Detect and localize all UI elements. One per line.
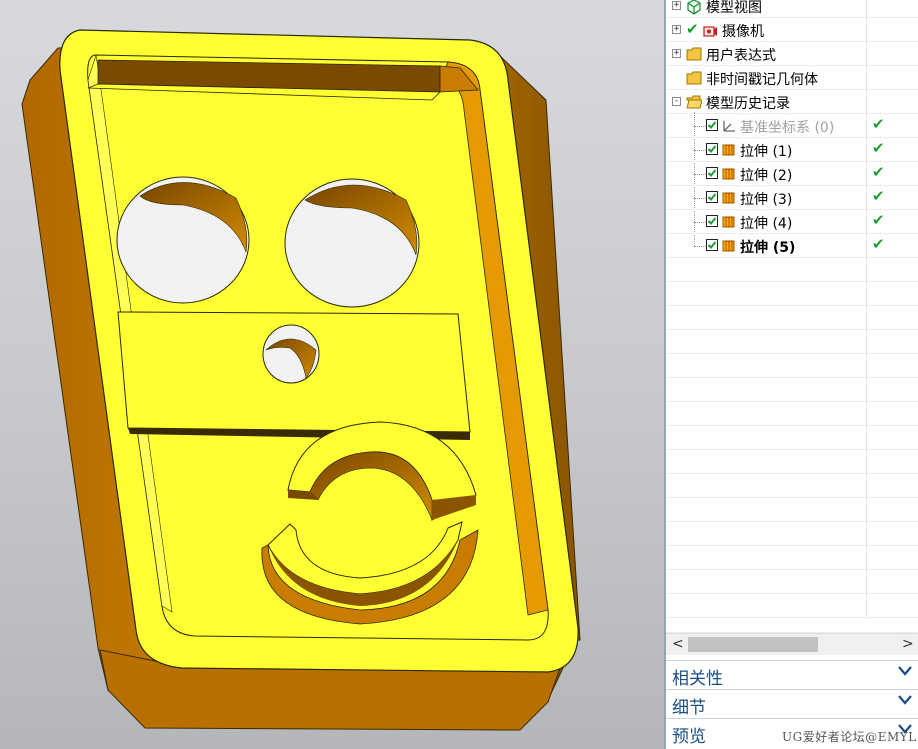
empty-row xyxy=(666,546,918,570)
folder-icon xyxy=(686,71,702,85)
navigator-tree: + 模型视图 + ✔ 摄像机 + 用户表达式 非时间戳记几何体 - 模型历史记录… xyxy=(666,0,918,633)
expand-icon[interactable]: + xyxy=(672,25,681,34)
extrude-icon xyxy=(722,240,735,252)
tree-label: 模型历史记录 xyxy=(706,96,790,112)
panel-title: 相关性 xyxy=(672,669,723,689)
empty-row xyxy=(666,450,918,474)
panel-title: 预览 xyxy=(672,727,706,747)
part-model-svg[interactable] xyxy=(0,0,664,749)
tree-label: 拉伸 (3) xyxy=(740,192,793,208)
extrude-icon xyxy=(722,168,735,180)
extrude-icon xyxy=(722,144,735,156)
watermark: UG爱好者论坛@EMYL xyxy=(782,730,917,744)
status-check-icon: ✔ xyxy=(872,187,885,205)
empty-row xyxy=(666,378,918,402)
folder-icon xyxy=(686,47,702,61)
status-check-icon: ✔ xyxy=(872,115,885,133)
tree-label: 基准坐标系 (0) xyxy=(740,120,835,136)
horizontal-scrollbar[interactable]: < > xyxy=(666,633,918,655)
panel-dependencies[interactable]: 相关性 xyxy=(666,660,918,689)
empty-row xyxy=(666,570,918,594)
empty-row xyxy=(666,594,918,618)
visibility-checkbox[interactable] xyxy=(706,167,718,179)
tree-row-model-views[interactable]: + 模型视图 xyxy=(666,0,918,18)
tree-row-extrude-3[interactable]: 拉伸 (3) ✔ xyxy=(666,186,918,210)
visibility-checkbox[interactable] xyxy=(706,143,718,155)
expand-icon[interactable]: + xyxy=(672,1,681,10)
graphics-viewport[interactable] xyxy=(0,0,664,749)
tree-row-extrude-2[interactable]: 拉伸 (2) ✔ xyxy=(666,162,918,186)
panel-title: 细节 xyxy=(672,698,706,718)
empty-row xyxy=(666,402,918,426)
check-icon: ✔ xyxy=(686,20,699,38)
visibility-checkbox[interactable] xyxy=(706,215,718,227)
empty-row xyxy=(666,258,918,282)
tree-label: 摄像机 xyxy=(722,24,764,40)
tree-row-extrude-5[interactable]: 拉伸 (5) ✔ xyxy=(666,234,918,258)
tree-row-extrude-1[interactable]: 拉伸 (1) ✔ xyxy=(666,138,918,162)
tree-row-model-history[interactable]: - 模型历史记录 xyxy=(666,90,918,114)
tree-row-extrude-4[interactable]: 拉伸 (4) ✔ xyxy=(666,210,918,234)
chevron-down-icon[interactable] xyxy=(898,665,912,677)
tree-label: 模型视图 xyxy=(706,0,762,16)
chevron-down-icon[interactable] xyxy=(898,694,912,706)
tree-label: 拉伸 (2) xyxy=(740,168,793,184)
tree-row-non-timestamp-geometry[interactable]: 非时间戳记几何体 xyxy=(666,66,918,90)
visibility-checkbox[interactable] xyxy=(706,119,718,131)
tree-label: 非时间戳记几何体 xyxy=(706,72,818,88)
status-check-icon: ✔ xyxy=(872,235,885,253)
tree-label: 拉伸 (5) xyxy=(740,240,796,256)
status-check-icon: ✔ xyxy=(872,139,885,157)
tree-row-user-expressions[interactable]: + 用户表达式 xyxy=(666,42,918,66)
folder-open-icon xyxy=(686,95,702,109)
scroll-left-arrow-icon[interactable]: < xyxy=(672,636,684,652)
empty-row xyxy=(666,498,918,522)
empty-row xyxy=(666,618,918,633)
datum-csys-icon xyxy=(723,121,735,132)
empty-row xyxy=(666,330,918,354)
collapse-icon[interactable]: - xyxy=(672,97,681,106)
scroll-thumb[interactable] xyxy=(688,637,818,652)
visibility-checkbox[interactable] xyxy=(706,239,718,251)
tree-label: 拉伸 (4) xyxy=(740,216,793,232)
extrude-icon xyxy=(722,216,735,228)
tree-row-camera[interactable]: + ✔ 摄像机 xyxy=(666,18,918,42)
tree-row-datum-csys[interactable]: 基准坐标系 (0) ✔ xyxy=(666,114,918,138)
empty-row xyxy=(666,426,918,450)
empty-row xyxy=(666,474,918,498)
tree-label: 用户表达式 xyxy=(706,48,776,64)
status-check-icon: ✔ xyxy=(872,211,885,229)
panel-details[interactable]: 细节 xyxy=(666,689,918,718)
camera-icon xyxy=(703,26,717,37)
empty-row xyxy=(666,522,918,546)
status-check-icon: ✔ xyxy=(872,163,885,181)
model-views-icon xyxy=(687,0,701,15)
part-navigator: + 模型视图 + ✔ 摄像机 + 用户表达式 非时间戳记几何体 - 模型历史记录… xyxy=(666,0,918,749)
tree-label: 拉伸 (1) xyxy=(740,144,793,160)
empty-row xyxy=(666,354,918,378)
scroll-right-arrow-icon[interactable]: > xyxy=(902,636,914,652)
expand-icon[interactable]: + xyxy=(672,49,681,58)
extrude-icon xyxy=(722,192,735,204)
visibility-checkbox[interactable] xyxy=(706,191,718,203)
empty-row xyxy=(666,306,918,330)
empty-row xyxy=(666,282,918,306)
